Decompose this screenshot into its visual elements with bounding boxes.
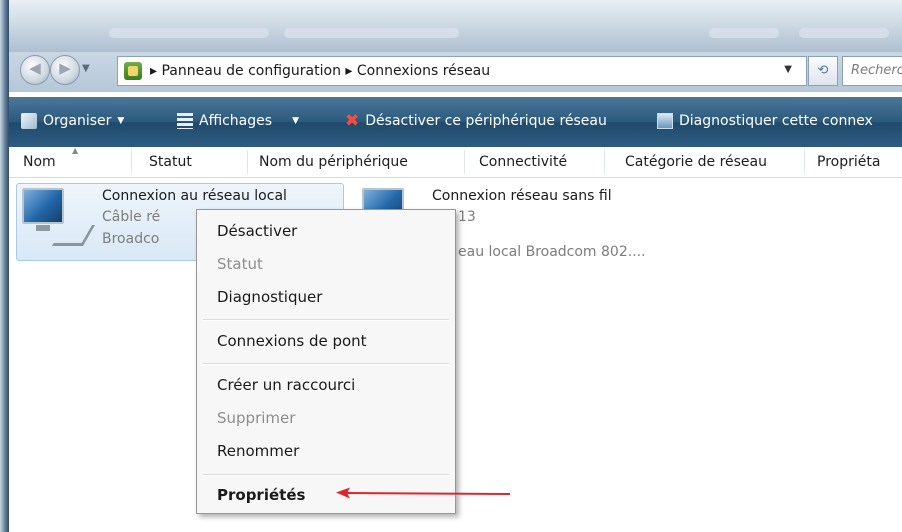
annotation-arrow-icon <box>336 487 511 499</box>
control-panel-icon <box>124 62 142 80</box>
window-frame-left <box>0 0 9 532</box>
menu-separator <box>203 319 449 321</box>
diagnose-icon <box>657 113 673 129</box>
item-status: 13 <box>458 209 476 225</box>
address-dropdown-icon[interactable]: ▼ <box>784 64 792 75</box>
forward-button[interactable]: ▶ <box>50 55 80 85</box>
breadcrumb-control-panel[interactable]: Panneau de configuration <box>161 63 340 79</box>
sort-ascending-icon: ▲ <box>72 146 79 155</box>
menu-separator <box>203 474 449 476</box>
title-bar <box>9 0 902 52</box>
menu-item-create-shortcut[interactable]: Créer un raccourci <box>217 376 355 394</box>
breadcrumb-separator: ▸ <box>150 63 158 79</box>
menu-item-diagnose[interactable]: Diagnostiquer <box>217 288 322 306</box>
network-monitor-icon <box>22 188 64 231</box>
chevron-down-icon: ▼ <box>292 116 299 126</box>
diagnose-connection-button[interactable]: Diagnostiquer cette connex <box>657 113 873 129</box>
item-device: eau local Broadcom 802.... <box>458 244 646 260</box>
column-header-name[interactable]: Nom <box>23 154 56 170</box>
organize-icon <box>21 113 37 129</box>
menu-item-properties[interactable]: Propriétés <box>217 486 305 504</box>
red-x-icon: ✖ <box>345 111 360 131</box>
column-header-owner[interactable]: Propriéta <box>817 154 880 170</box>
column-headers: ▲ Nom Statut Nom du périphérique Connect… <box>9 146 902 178</box>
menu-item-status: Statut <box>217 255 263 273</box>
views-label: Affichages <box>199 113 273 129</box>
menu-item-delete: Supprimer <box>217 409 296 427</box>
menu-separator <box>203 363 449 365</box>
forward-arrow-icon: ▶ <box>59 59 71 77</box>
item-title[interactable]: Connexion réseau sans fil <box>432 188 612 204</box>
organize-button[interactable]: Organiser ▼ <box>21 113 124 129</box>
menu-item-disable[interactable]: Désactiver <box>217 222 297 240</box>
back-button[interactable]: ◀ <box>20 55 50 85</box>
views-icon <box>177 113 193 129</box>
breadcrumb-network-connections[interactable]: Connexions réseau <box>357 63 490 79</box>
address-bar[interactable]: ▸ Panneau de configuration ▸ Connexions … <box>117 56 807 86</box>
column-header-device-name[interactable]: Nom du périphérique <box>259 154 408 170</box>
menu-item-rename[interactable]: Renommer <box>217 442 299 460</box>
item-status: Câble ré <box>102 209 161 225</box>
column-header-connectivity[interactable]: Connectivité <box>479 154 567 170</box>
command-toolbar: Organiser ▼ Affichages ▼ ✖ Désactiver ce… <box>9 97 902 147</box>
search-input[interactable]: Recherch <box>842 56 902 86</box>
breadcrumb-separator: ▸ <box>345 63 353 79</box>
history-dropdown-icon[interactable]: ▼ <box>82 63 90 74</box>
views-button[interactable]: Affichages ▼ <box>177 113 299 129</box>
item-device: Broadco <box>102 231 160 247</box>
breadcrumb: ▸ Panneau de configuration ▸ Connexions … <box>150 63 490 79</box>
diagnose-connection-label: Diagnostiquer cette connex <box>679 113 873 129</box>
item-title: Connexion au réseau local <box>102 188 287 204</box>
disable-device-label: Désactiver ce périphérique réseau <box>365 113 607 129</box>
refresh-icon: ⟲ <box>817 63 829 78</box>
column-header-status[interactable]: Statut <box>149 154 192 170</box>
organize-label: Organiser <box>43 113 112 129</box>
disable-device-button[interactable]: ✖ Désactiver ce périphérique réseau <box>345 111 607 131</box>
back-arrow-icon: ◀ <box>29 59 41 77</box>
context-menu: Désactiver Statut Diagnostiquer Connexio… <box>196 209 456 514</box>
column-header-network-category[interactable]: Catégorie de réseau <box>625 154 767 170</box>
chevron-down-icon: ▼ <box>117 116 125 126</box>
menu-item-bridge-connections[interactable]: Connexions de pont <box>217 332 367 350</box>
refresh-button[interactable]: ⟲ <box>808 56 838 86</box>
